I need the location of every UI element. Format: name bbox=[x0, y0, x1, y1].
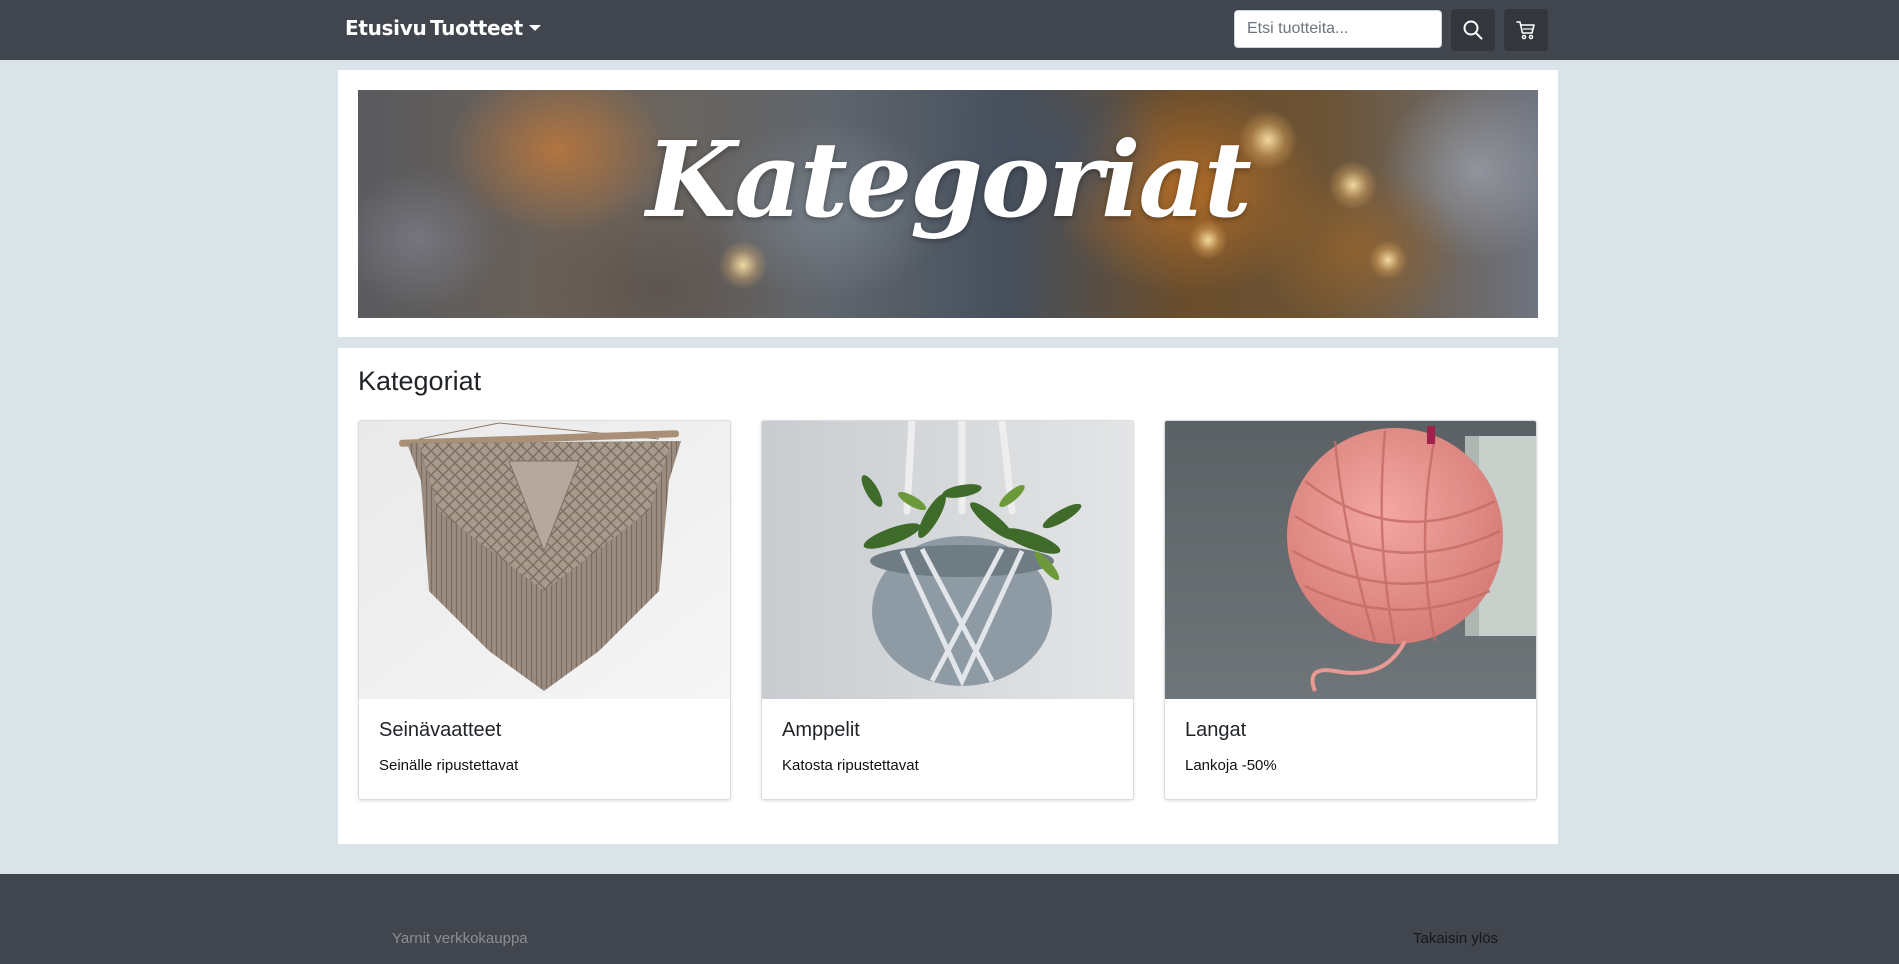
category-card-langat[interactable]: Langat Lankoja -50% bbox=[1164, 420, 1537, 800]
category-description: Katosta ripustettavat bbox=[782, 757, 919, 774]
category-title: Langat bbox=[1185, 719, 1247, 741]
footer-brand: Yarnit verkkokauppa bbox=[392, 930, 528, 947]
top-navbar: Etusivu Tuotteet bbox=[0, 0, 1899, 60]
back-to-top-link[interactable]: Takaisin ylös bbox=[1413, 930, 1498, 947]
search-input[interactable] bbox=[1234, 10, 1442, 48]
category-card-seinavaatteet[interactable]: Seinävaatteet Seinälle ripustettavat bbox=[358, 420, 731, 800]
search-icon bbox=[1463, 20, 1483, 40]
nav-products-label: Tuotteet bbox=[430, 16, 523, 40]
caret-down-icon bbox=[528, 25, 541, 31]
category-card-amppelit[interactable]: Amppelit Katosta ripustettavat bbox=[761, 420, 1134, 800]
search-button[interactable] bbox=[1451, 9, 1495, 51]
pink-yarn-ball-image bbox=[1165, 421, 1536, 699]
light-glow bbox=[718, 240, 768, 290]
category-title: Seinävaatteet bbox=[379, 719, 502, 741]
light-glow bbox=[1368, 240, 1408, 280]
hero-title: Kategoriat bbox=[646, 118, 1252, 241]
hero-panel: Kategoriat bbox=[338, 70, 1558, 337]
macrame-wall-hanging-image bbox=[359, 421, 730, 699]
cart-button[interactable] bbox=[1504, 9, 1548, 51]
macrame-plant-hanger-image bbox=[762, 421, 1133, 699]
category-description: Lankoja -50% bbox=[1185, 757, 1277, 774]
hero-banner-image: Kategoriat bbox=[358, 90, 1538, 318]
category-title: Amppelit bbox=[782, 719, 860, 741]
category-description: Seinälle ripustettavat bbox=[379, 757, 519, 774]
nav-products-dropdown[interactable]: Tuotteet bbox=[430, 14, 541, 42]
footer: Yarnit verkkokauppa Takaisin ylös bbox=[0, 874, 1899, 964]
nav-home-link[interactable]: Etusivu bbox=[345, 14, 427, 42]
cart-icon bbox=[1516, 21, 1535, 40]
categories-panel: Kategoriat Seinävaatteet Seinälle ripust… bbox=[338, 348, 1558, 844]
categories-heading: Kategoriat bbox=[358, 366, 482, 396]
